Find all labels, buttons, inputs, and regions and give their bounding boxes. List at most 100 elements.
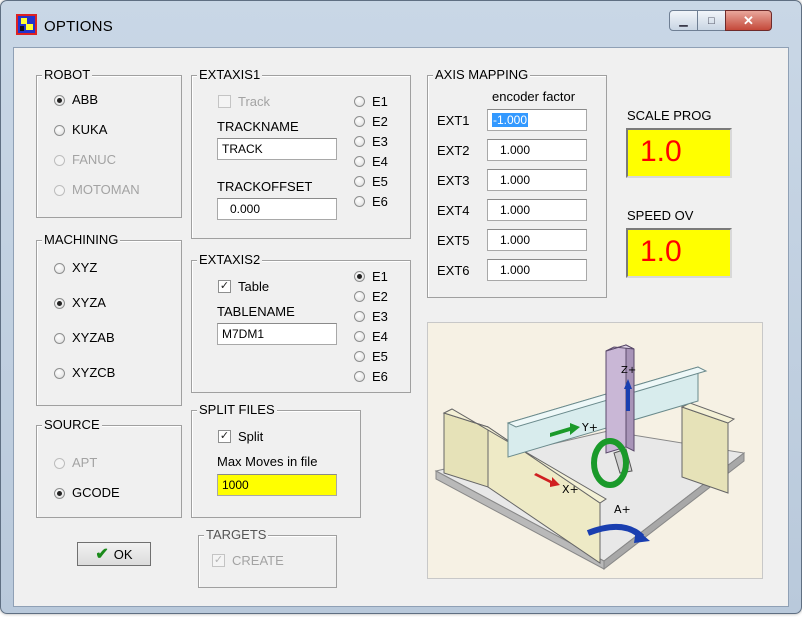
trackoffset-input[interactable]: 0.000: [217, 198, 337, 220]
ext3-label: EXT3: [437, 173, 470, 188]
extaxis1-e2-label: E2: [372, 114, 388, 129]
machining-xyzcb-label: XYZCB: [72, 365, 116, 380]
machining-legend: MACHINING: [42, 232, 121, 248]
source-apt-radio: [54, 458, 65, 469]
extaxis2-e2-label: E2: [372, 289, 388, 304]
max-moves-input[interactable]: 1000: [217, 474, 337, 496]
track-label: Track: [238, 94, 271, 109]
source-apt-label: APT: [72, 455, 98, 470]
ext1-input[interactable]: -1.000: [487, 109, 587, 131]
ok-button[interactable]: ✔ OK: [77, 542, 151, 566]
ext2-input[interactable]: 1.000: [487, 139, 587, 161]
close-button[interactable]: ✕: [725, 10, 772, 31]
ext6-label: EXT6: [437, 263, 470, 278]
extaxis1-e3-radio[interactable]: [354, 136, 365, 147]
ext4-label: EXT4: [437, 203, 470, 218]
extaxis2-e2-radio[interactable]: [354, 291, 365, 302]
robot-motoman-radio: [54, 185, 65, 196]
ext4-input[interactable]: 1.000: [487, 199, 587, 221]
tablename-label: TABLENAME: [217, 304, 295, 319]
axis-mapping-group: AXIS MAPPING encoder factor EXT1 -1.000 …: [427, 67, 607, 298]
extaxis1-e3-label: E3: [372, 134, 388, 149]
extaxis1-e4-label: E4: [372, 154, 388, 169]
window-title: OPTIONS: [44, 18, 113, 35]
robot-kuka-radio[interactable]: [54, 125, 65, 136]
extaxis2-group: EXTAXIS2 ✓ Table TABLENAME M7DM1 E1 E2 E…: [191, 252, 411, 393]
table-checkbox[interactable]: ✓: [218, 280, 231, 293]
speed-ov-label: SPEED OV: [627, 208, 694, 223]
ext3-input[interactable]: 1.000: [487, 169, 587, 191]
robot-legend: ROBOT: [42, 67, 93, 83]
machining-xyzab-radio[interactable]: [54, 333, 65, 344]
machine-picture: Y+ Z+ X+ A+: [427, 322, 763, 579]
split-files-group: SPLIT FILES ✓ Split Max Moves in file 10…: [191, 402, 361, 518]
create-checkbox: ✓: [212, 554, 225, 567]
extaxis1-e5-radio[interactable]: [354, 176, 365, 187]
extaxis1-e1-label: E1: [372, 94, 388, 109]
trackname-label: TRACKNAME: [217, 119, 299, 134]
speed-ov-input[interactable]: 1.0: [626, 228, 732, 278]
ext5-input[interactable]: 1.000: [487, 229, 587, 251]
minimize-icon: ▁: [679, 15, 688, 27]
x-axis-label: X+: [562, 483, 579, 496]
extaxis2-e3-radio[interactable]: [354, 311, 365, 322]
extaxis2-e1-label: E1: [372, 269, 388, 284]
extaxis1-e6-radio[interactable]: [354, 196, 365, 207]
max-moves-label: Max Moves in file: [217, 454, 318, 469]
extaxis2-e4-label: E4: [372, 329, 388, 344]
checkmark-icon: ✔: [95, 546, 109, 563]
extaxis1-e4-radio[interactable]: [354, 156, 365, 167]
extaxis2-e6-radio[interactable]: [354, 371, 365, 382]
extaxis1-e1-radio[interactable]: [354, 96, 365, 107]
extaxis1-legend: EXTAXIS1: [197, 67, 263, 83]
trackname-input[interactable]: TRACK: [217, 138, 337, 160]
extaxis1-group: EXTAXIS1 Track TRACKNAME TRACK TRACKOFFS…: [191, 67, 411, 239]
robot-kuka-label: KUKA: [72, 122, 108, 137]
split-checkbox[interactable]: ✓: [218, 430, 231, 443]
machining-group: MACHINING XYZ XYZA XYZAB XYZCB: [36, 232, 182, 406]
create-label: CREATE: [232, 553, 284, 568]
client-area: ROBOT ABB KUKA FANUC MOTOMAN MACHINING X…: [13, 47, 789, 607]
z-axis-label: Z+: [621, 365, 636, 376]
axis-mapping-legend: AXIS MAPPING: [433, 67, 531, 83]
extaxis1-e6-label: E6: [372, 194, 388, 209]
tablename-input[interactable]: M7DM1: [217, 323, 337, 345]
source-gcode-radio[interactable]: [54, 488, 65, 499]
machining-xyz-label: XYZ: [72, 260, 98, 275]
extaxis2-legend: EXTAXIS2: [197, 252, 263, 268]
source-gcode-label: GCODE: [72, 485, 120, 500]
machining-xyzab-label: XYZAB: [72, 330, 115, 345]
machining-xyz-radio[interactable]: [54, 263, 65, 274]
minimize-button[interactable]: ▁: [669, 10, 698, 31]
source-legend: SOURCE: [42, 417, 102, 433]
targets-group: TARGETS ✓ CREATE: [198, 527, 337, 588]
robot-abb-radio[interactable]: [54, 95, 65, 106]
app-icon: [16, 14, 37, 35]
robot-fanuc-radio: [54, 155, 65, 166]
track-checkbox: [218, 95, 231, 108]
y-axis-label: Y+: [581, 421, 598, 434]
extaxis1-e2-radio[interactable]: [354, 116, 365, 127]
ext1-label: EXT1: [437, 113, 470, 128]
targets-legend: TARGETS: [204, 527, 269, 543]
machining-xyza-label: XYZA: [72, 295, 106, 310]
robot-motoman-label: MOTOMAN: [72, 182, 140, 197]
extaxis2-e3-label: E3: [372, 309, 388, 324]
extaxis2-e6-label: E6: [372, 369, 388, 384]
a-axis-label: A+: [614, 503, 631, 516]
split-label: Split: [238, 429, 264, 444]
extaxis2-e5-label: E5: [372, 349, 388, 364]
extaxis1-e5-label: E5: [372, 174, 388, 189]
maximize-button[interactable]: □: [697, 10, 726, 31]
scale-prog-input[interactable]: 1.0: [626, 128, 732, 178]
extaxis2-e1-radio[interactable]: [354, 271, 365, 282]
encoder-factor-header: encoder factor: [492, 89, 576, 104]
extaxis2-e5-radio[interactable]: [354, 351, 365, 362]
close-icon: ✕: [743, 12, 754, 28]
ext6-input[interactable]: 1.000: [487, 259, 587, 281]
machining-xyzcb-radio[interactable]: [54, 368, 65, 379]
ext2-label: EXT2: [437, 143, 470, 158]
options-window: OPTIONS ▁ □ ✕ ROBOT ABB KUKA FANUC MOTOM…: [0, 0, 802, 614]
extaxis2-e4-radio[interactable]: [354, 331, 365, 342]
machining-xyza-radio[interactable]: [54, 298, 65, 309]
